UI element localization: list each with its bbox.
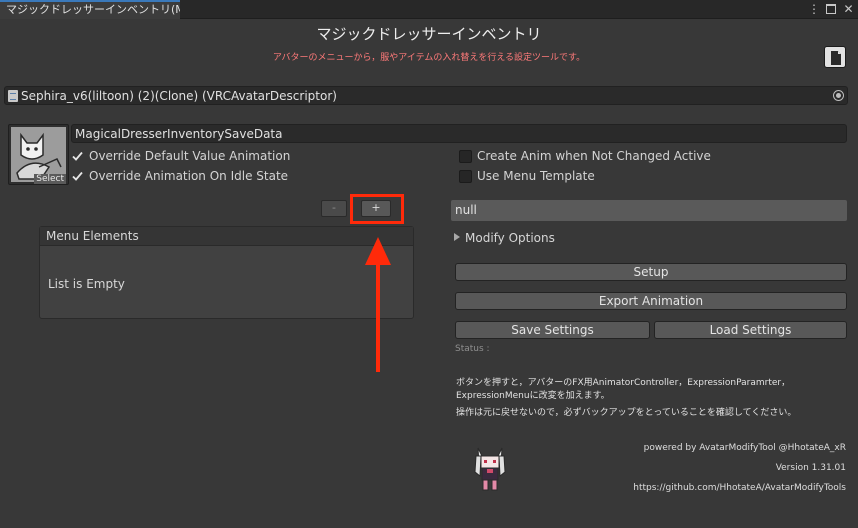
triangle-right-icon <box>454 233 460 241</box>
powered-by-text: powered by AvatarModifyTool @HhotateA_xR <box>643 443 846 453</box>
save-settings-button[interactable]: Save Settings <box>455 321 650 339</box>
export-animation-button[interactable]: Export Animation <box>455 292 847 310</box>
setup-button[interactable]: Setup <box>455 263 847 281</box>
version-text: Version 1.31.01 <box>775 463 846 473</box>
foldout-label: Modify Options <box>465 231 555 245</box>
mascot-character-icon <box>474 447 506 491</box>
load-settings-button[interactable]: Load Settings <box>654 321 847 339</box>
selected-element-field[interactable]: null <box>451 200 847 221</box>
backup-warning-text: 操作は元に戻せないので，必ずバックアップをとっていることを確認してください。 <box>456 408 797 418</box>
status-label: Status : <box>455 344 490 354</box>
modify-options-foldout[interactable]: Modify Options <box>454 231 555 245</box>
repository-link[interactable]: https://github.com/HhotateA/AvatarModify… <box>633 483 846 493</box>
warning-text: ボタンを押すと，アバターのFX用AnimatorController，Expre… <box>456 378 791 401</box>
selected-element-value: null <box>455 203 477 217</box>
